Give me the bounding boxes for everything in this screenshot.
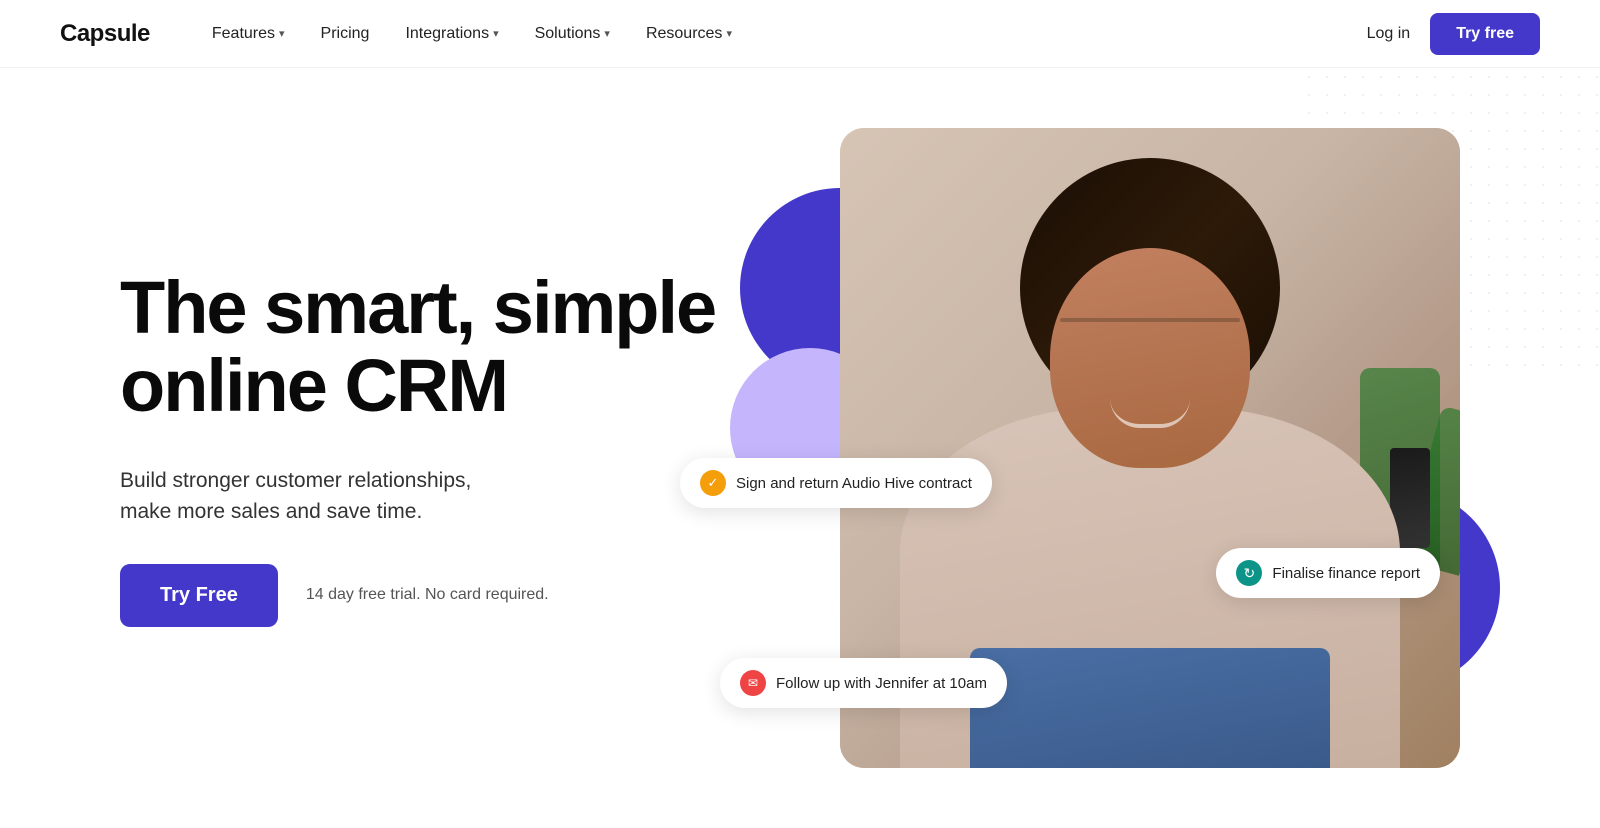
nav-item-integrations[interactable]: Integrations ▾ xyxy=(391,17,512,51)
notification-pill-3: ✉ Follow up with Jennifer at 10am xyxy=(720,658,1007,708)
chevron-down-icon: ▾ xyxy=(279,27,285,40)
hero-trial-text: 14 day free trial. No card required. xyxy=(306,586,549,604)
notification-pill-2: ↻ Finalise finance report xyxy=(1216,548,1440,598)
refresh-icon: ↻ xyxy=(1236,560,1262,586)
hero-try-free-button[interactable]: Try Free xyxy=(120,564,278,627)
notification-pill-1: ✓ Sign and return Audio Hive contract xyxy=(680,458,992,508)
hero-headline: The smart, simple online CRM xyxy=(120,269,720,424)
email-icon: ✉ xyxy=(740,670,766,696)
nav-item-features[interactable]: Features ▾ xyxy=(198,17,299,51)
nav-item-pricing[interactable]: Pricing xyxy=(307,17,384,51)
hero-section: The smart, simple online CRM Build stron… xyxy=(0,68,1600,828)
nav-links: Features ▾ Pricing Integrations ▾ Soluti… xyxy=(198,17,1367,51)
hero-subtext: Build stronger customer relationships, m… xyxy=(120,465,580,528)
chevron-down-icon: ▾ xyxy=(726,27,732,40)
navbar: Capsule Features ▾ Pricing Integrations … xyxy=(0,0,1600,68)
hero-right: ✓ Sign and return Audio Hive contract ↻ … xyxy=(760,128,1460,768)
chevron-down-icon: ▾ xyxy=(604,27,610,40)
nav-actions: Log in Try free xyxy=(1367,13,1540,55)
checkmark-icon: ✓ xyxy=(700,470,726,496)
logo[interactable]: Capsule xyxy=(60,20,150,48)
login-link[interactable]: Log in xyxy=(1367,25,1411,43)
nav-item-resources[interactable]: Resources ▾ xyxy=(632,17,746,51)
nav-item-solutions[interactable]: Solutions ▾ xyxy=(521,17,624,51)
chevron-down-icon: ▾ xyxy=(493,27,499,40)
nav-try-free-button[interactable]: Try free xyxy=(1430,13,1540,55)
hero-cta-row: Try Free 14 day free trial. No card requ… xyxy=(120,564,720,627)
hero-left: The smart, simple online CRM Build stron… xyxy=(120,269,720,626)
